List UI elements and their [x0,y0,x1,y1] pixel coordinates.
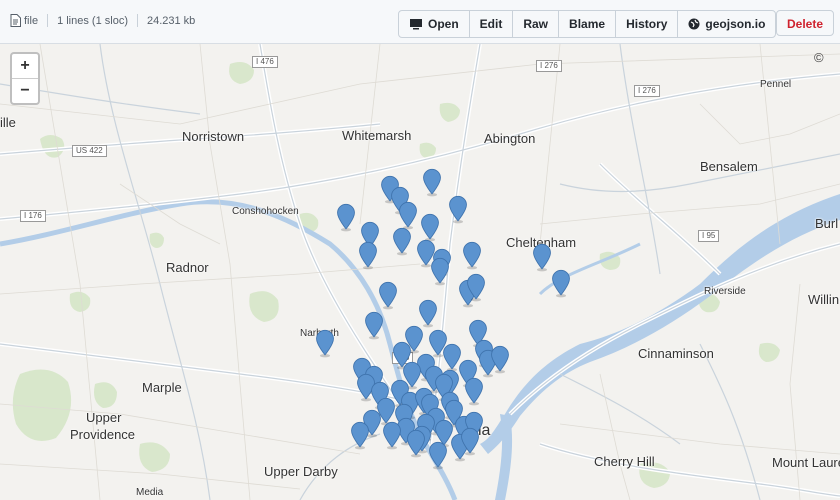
road-shield: I 276 [536,60,562,72]
map-marker-pin[interactable] [489,344,511,374]
place-label: ille [0,115,16,130]
map-marker-pin[interactable] [421,167,443,197]
place-label: Upper [86,410,122,425]
zoom-out-button[interactable]: − [12,79,38,103]
map-marker-pin[interactable] [357,240,379,270]
desktop-icon [410,19,422,30]
place-label: Riverside [704,286,746,297]
file-actions-group: Open Edit Raw Blame History geojson.io [398,10,777,38]
place-label: Cinnaminson [638,346,714,361]
road-shield: I 176 [20,210,46,222]
map-view[interactable]: + − © I 476 I 276 US 422 I 176 I 95 I 76… [0,44,840,500]
blame-button[interactable]: Blame [558,11,615,37]
map-marker-pin[interactable] [363,310,385,340]
place-label: Media [136,487,164,498]
file-type-label: file [24,14,39,27]
place-label: Bensalem [700,159,758,174]
map-marker-pin[interactable] [391,226,413,256]
open-button[interactable]: Open [399,11,469,37]
place-label: Conshohocken [232,206,299,217]
place-label: Burl [815,216,839,231]
map-marker-pin[interactable] [427,440,449,470]
place-label: Marple [142,380,182,395]
map-marker-pin[interactable] [463,376,485,406]
map-marker-pin[interactable] [377,280,399,310]
map-marker-pin[interactable] [465,272,487,302]
map-marker-pin[interactable] [459,426,481,456]
attribution-toggle[interactable]: © [814,50,824,65]
map-marker-pin[interactable] [550,268,572,298]
file-icon [10,14,21,27]
map-marker-pin[interactable] [405,428,427,458]
place-label: Whitemarsh [342,128,412,143]
place-label: Willin [808,292,840,307]
road-shield: I 476 [252,56,278,68]
file-metadata: file 1 lines (1 sloc) 24.231 kb [10,14,195,27]
map-marker-pin[interactable] [461,240,483,270]
geojson-io-button[interactable]: geojson.io [677,11,775,37]
file-header-bar: file 1 lines (1 sloc) 24.231 kb Open Edi… [0,0,840,44]
line-count-label: 1 lines (1 sloc) [57,14,128,27]
raw-button[interactable]: Raw [512,11,558,37]
place-label: Abington [484,131,536,146]
zoom-control: + − [10,52,40,105]
globe-icon [688,18,700,30]
place-label: Providence [70,427,136,442]
zoom-in-button[interactable]: + [12,54,38,79]
edit-button[interactable]: Edit [468,11,513,37]
map-marker-pin[interactable] [335,202,357,232]
road-shield: I 95 [698,230,720,242]
place-label: Upper Darby [264,464,338,479]
road-shield: US 422 [72,145,107,157]
map-marker-pin[interactable] [349,420,371,450]
place-label: Pennel [760,79,792,90]
place-label: Norristown [182,129,245,144]
map-marker-pin[interactable] [381,420,403,450]
history-button[interactable]: History [615,11,677,37]
delete-button[interactable]: Delete [776,10,835,36]
place-label: Mount Laurel [772,455,840,470]
road-shield: I 276 [634,85,660,97]
file-size-label: 24.231 kb [146,14,196,27]
map-marker-pin[interactable] [314,328,336,358]
place-label: Cherry Hill [594,454,655,469]
place-label: Radnor [166,260,209,275]
map-marker-pin[interactable] [447,194,469,224]
map-marker-pin[interactable] [429,256,451,286]
